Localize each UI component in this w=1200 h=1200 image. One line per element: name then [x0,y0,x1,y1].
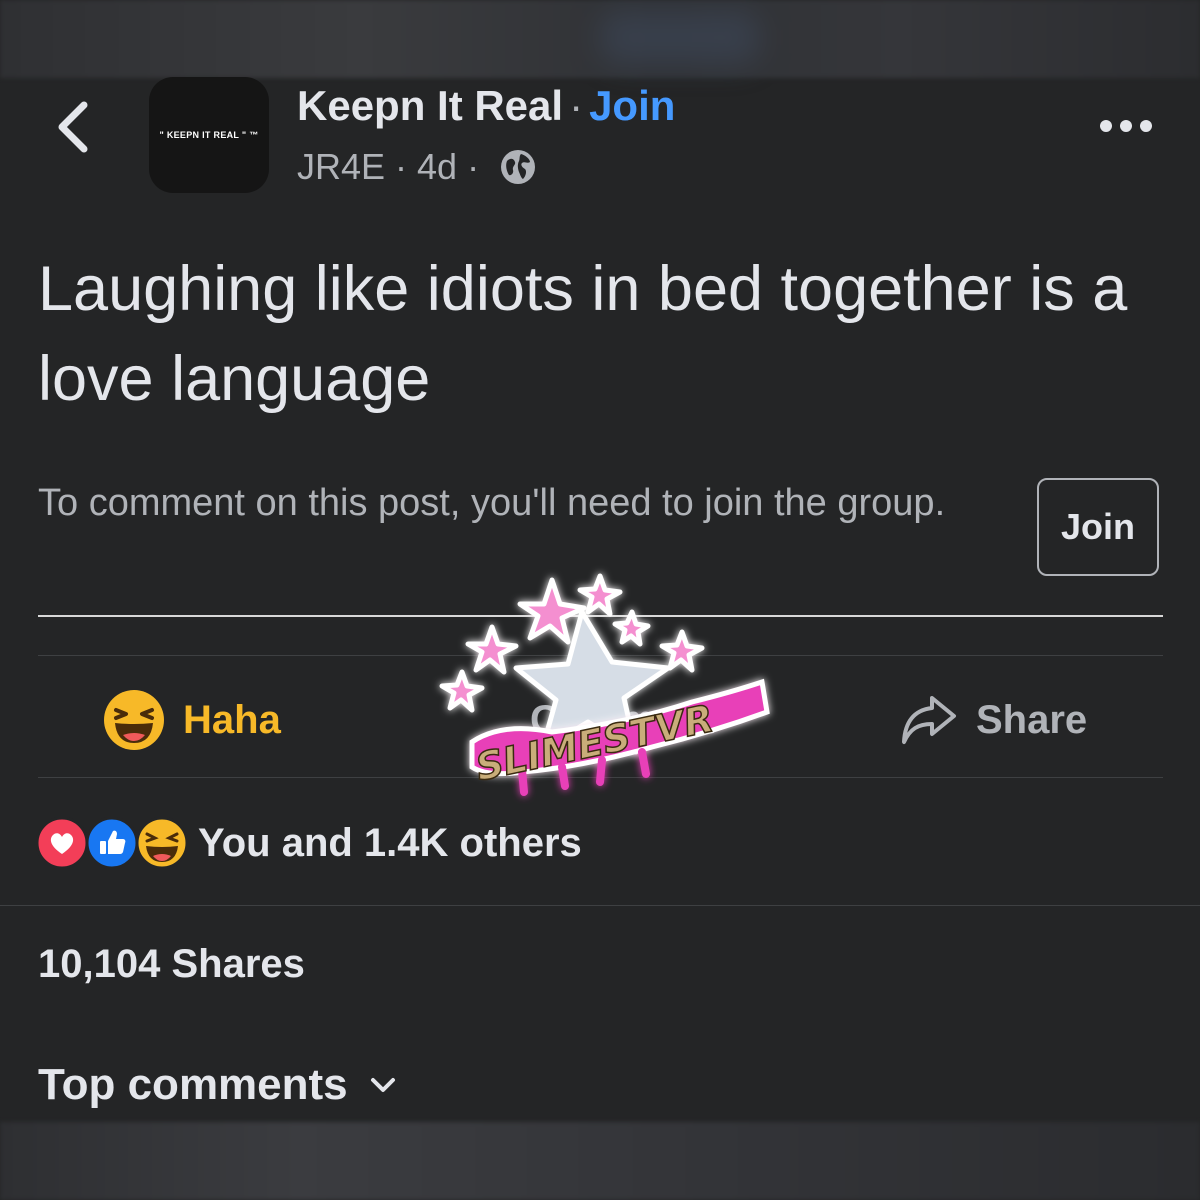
haha-emoji-icon [103,689,165,751]
reaction-icons [36,817,188,869]
chevron-down-icon [370,1077,396,1093]
comment-label: Comment [530,697,715,742]
love-reaction-icon [36,817,88,869]
divider [38,655,1163,656]
more-options-button[interactable] [1096,104,1156,148]
group-header: Keepn It Real · Join [297,82,675,130]
post-time[interactable]: 4d [417,146,457,188]
globe-icon [499,148,537,186]
group-name[interactable]: Keepn It Real [297,82,563,129]
join-to-comment-note: To comment on this post, you'll need to … [38,482,946,524]
haha-label: Haha [183,697,281,742]
avatar-logo-text: " KEEPN IT REAL " ™ [159,130,259,140]
post-text: Laughing like idiots in bed together is … [38,254,1128,414]
back-button[interactable] [48,92,98,162]
separator-dot: · [467,146,480,187]
share-button[interactable]: Share [900,680,1087,760]
haha-reaction-icon [136,817,188,869]
haha-reaction-button[interactable]: Haha [103,680,281,760]
divider [38,777,1163,778]
chevron-left-icon [58,101,88,153]
separator-dot: · [395,146,408,187]
like-reaction-icon [86,817,138,869]
share-arrow-icon [900,694,958,746]
reactions-count-text: You and 1.4K others [198,820,582,865]
share-label: Share [976,697,1088,742]
comment-button[interactable]: Comment [530,680,714,760]
blurred-bottom-bar [0,1122,1200,1200]
more-horizontal-icon [1100,120,1152,132]
separator-dot: · [569,82,584,129]
author-name[interactable]: JR4E [297,146,385,188]
join-group-button[interactable]: Join [1037,478,1159,576]
group-avatar[interactable]: " KEEPN IT REAL " ™ [149,77,269,193]
reactions-summary[interactable]: You and 1.4K others [36,814,582,872]
top-comments-dropdown[interactable]: Top comments [38,1060,396,1110]
divider [38,615,1163,617]
shares-count[interactable]: 10,104 Shares [38,942,305,987]
top-comments-label: Top comments [38,1060,348,1109]
join-group-link[interactable]: Join [589,82,675,129]
divider [0,905,1200,906]
blurred-status-bar [0,0,1200,78]
post-meta: JR4E · 4d · [297,146,537,188]
